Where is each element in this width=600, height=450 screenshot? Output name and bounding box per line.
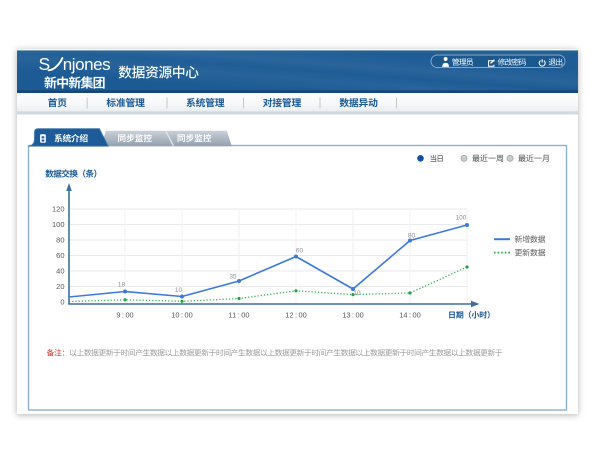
svg-text:njones: njones xyxy=(63,55,110,74)
svg-text:80: 80 xyxy=(56,236,64,245)
svg-text:10: 10 xyxy=(175,287,183,294)
svg-text:120: 120 xyxy=(52,205,65,214)
svg-text:12 : 00: 12 : 00 xyxy=(285,310,306,319)
svg-text:18: 18 xyxy=(118,282,126,289)
svg-text:10: 10 xyxy=(353,290,361,297)
svg-text:100: 100 xyxy=(52,220,65,229)
svg-text:9 : 00: 9 : 00 xyxy=(116,310,133,319)
svg-text:11 : 00: 11 : 00 xyxy=(229,310,250,319)
svg-text:35: 35 xyxy=(229,273,237,280)
svg-text:100: 100 xyxy=(456,215,467,222)
svg-text:40: 40 xyxy=(56,267,64,276)
svg-text:10 : 00: 10 : 00 xyxy=(171,310,192,319)
svg-text:80: 80 xyxy=(408,232,416,239)
svg-text:60: 60 xyxy=(296,247,304,254)
svg-text:20: 20 xyxy=(56,282,64,291)
svg-text:14 : 00: 14 : 00 xyxy=(399,310,420,319)
svg-text:60: 60 xyxy=(56,251,64,260)
svg-text:13 : 00: 13 : 00 xyxy=(342,310,363,319)
svg-text:0: 0 xyxy=(60,298,64,307)
